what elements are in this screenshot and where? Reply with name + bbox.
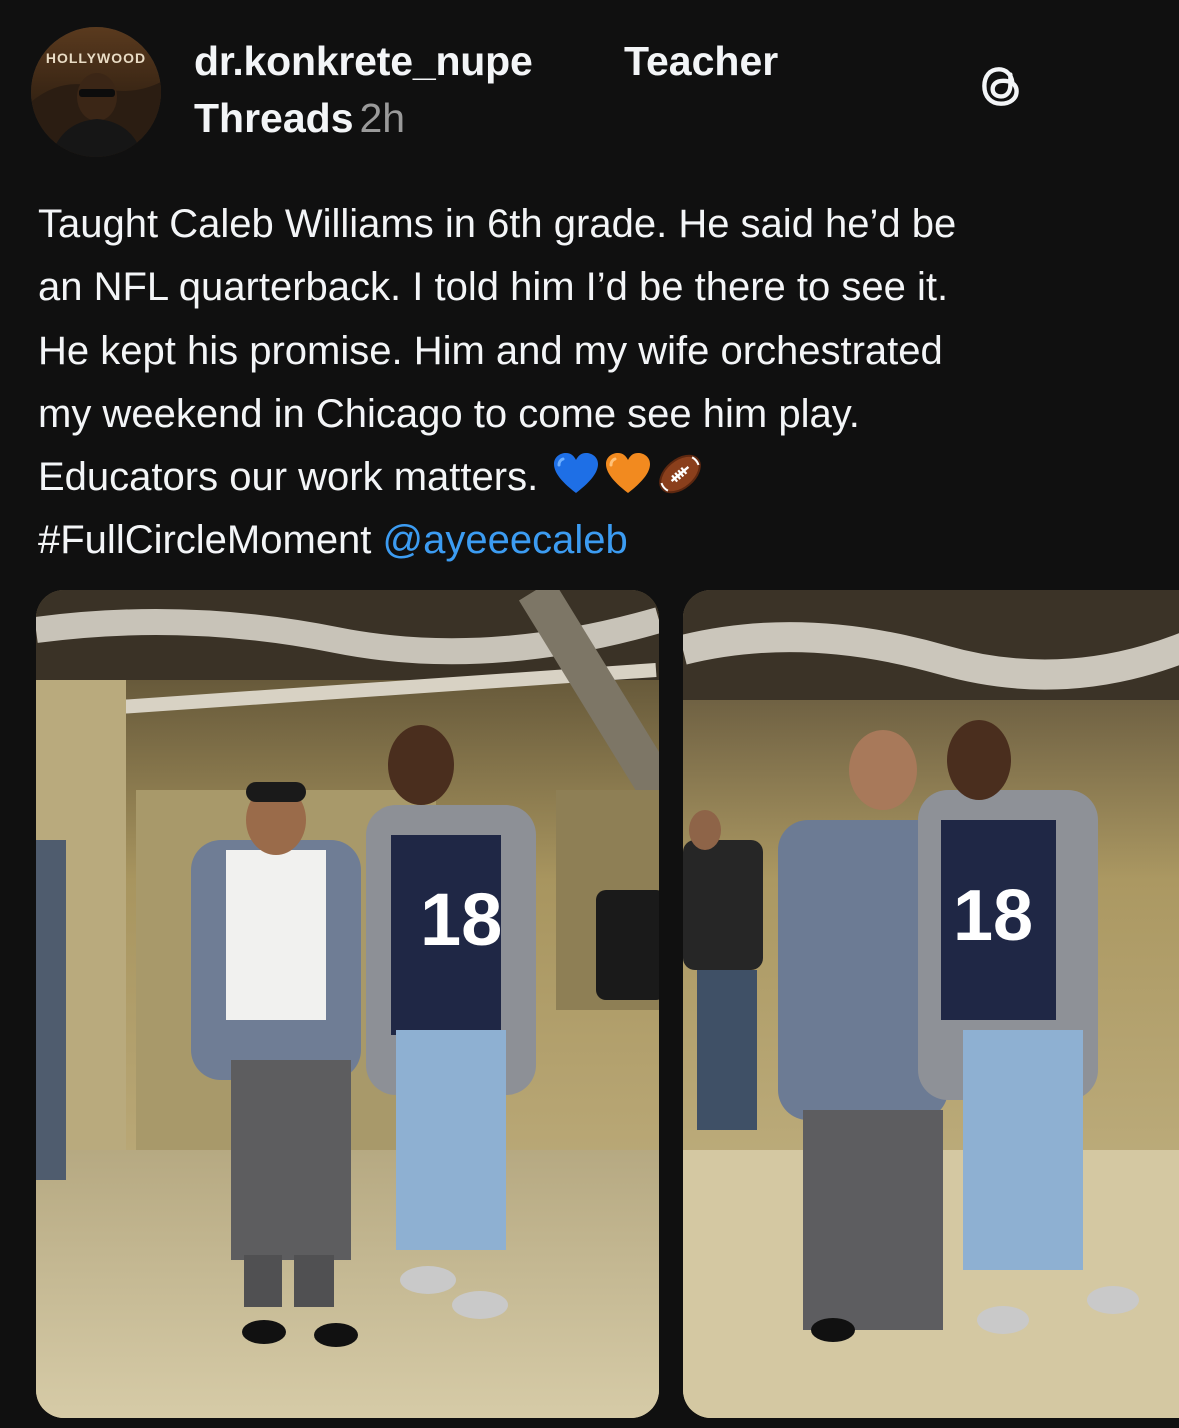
post-text-line: an NFL quarterback. I told him I’d be th… — [38, 265, 949, 310]
blue-heart-icon — [551, 449, 601, 499]
platform-name: Threads — [194, 95, 354, 141]
jersey-number: 18 — [953, 876, 1033, 956]
threads-logo-icon[interactable] — [976, 60, 1026, 112]
author-role-tag: Teacher — [624, 38, 779, 84]
hashtag-link[interactable]: #FullCircleMoment — [38, 518, 371, 562]
post-photo-2[interactable]: 18 — [683, 590, 1179, 1418]
post-text-line: my weekend in Chicago to come see him pl… — [38, 391, 860, 436]
svg-text:HOLLYWOOD: HOLLYWOOD — [46, 50, 146, 66]
post-timestamp: 2h — [359, 95, 406, 141]
jersey-number: 18 — [420, 878, 502, 961]
orange-heart-icon — [603, 449, 653, 499]
post-text-segment: Educators our work matters. — [38, 455, 539, 500]
post-text: Taught Caleb Williams in 6th grade. He s… — [38, 193, 1148, 573]
post-text-line: He kept his promise. Him and my wife orc… — [38, 328, 943, 373]
football-icon — [655, 449, 705, 499]
post-text-line: Taught Caleb Williams in 6th grade. He s… — [38, 202, 957, 246]
author-avatar[interactable]: HOLLYWOOD — [31, 27, 161, 157]
post-header: HOLLYWOOD dr.konkrete_nupe Teacher Threa… — [0, 0, 1179, 170]
post-text-line-with-emojis: Educators our work matters. — [38, 446, 1148, 509]
mention-link[interactable]: @ayeeecaleb — [383, 518, 628, 562]
post-text-line: #FullCircleMoment @ayeeecaleb — [38, 509, 1148, 572]
post-photo-1[interactable]: 18 — [36, 590, 659, 1418]
author-username[interactable]: dr.konkrete_nupe — [194, 38, 533, 85]
post-meta: Threads 2h — [194, 95, 405, 142]
